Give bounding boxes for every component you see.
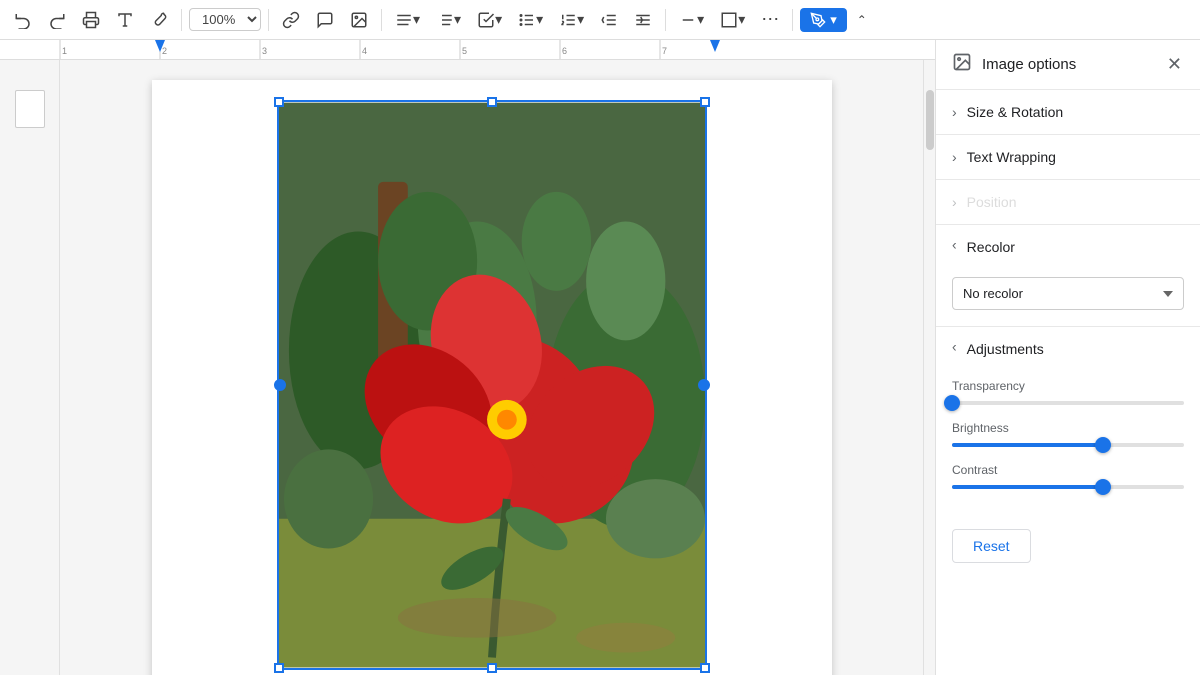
bullet-button[interactable]: ▾ [512, 7, 549, 33]
handle-middle-left[interactable] [274, 379, 286, 391]
recolor-label: Recolor [967, 239, 1015, 255]
contrast-fill [952, 485, 1103, 489]
toolbar: 100% 75% 125% 150% ▾ ▾ ▾ ▾ ▾ ▾ ▾ ⋯ [0, 0, 1200, 40]
svg-text:7: 7 [662, 46, 667, 56]
svg-text:2: 2 [162, 46, 167, 56]
brightness-track [952, 443, 1184, 447]
vertical-scrollbar[interactable] [923, 60, 935, 675]
list-button[interactable]: ▾ [430, 7, 467, 33]
flower-image [279, 102, 705, 668]
handle-middle-right[interactable] [698, 379, 710, 391]
ruler: 1 2 3 4 5 6 7 [0, 40, 935, 60]
divider-4 [665, 9, 666, 31]
svg-text:3: 3 [262, 46, 267, 56]
handle-top-left[interactable] [274, 97, 284, 107]
more-button[interactable]: ⋯ [755, 5, 785, 34]
size-rotation-label: Size & Rotation [967, 104, 1064, 120]
recolor-content: No recolor Automatic Light 1 Light 2 Dar… [936, 269, 1200, 326]
recolor-dropdown-row: No recolor Automatic Light 1 Light 2 Dar… [952, 277, 1184, 310]
collapse-button[interactable]: ⌃ [851, 9, 873, 31]
align-button[interactable]: ▾ [389, 7, 426, 33]
divider-3 [381, 9, 382, 31]
transparency-group: Transparency [952, 379, 1184, 405]
page-thumbnail[interactable] [15, 90, 45, 128]
position-chevron: › [952, 194, 957, 210]
svg-text:6: 6 [562, 46, 567, 56]
handle-bottom-middle[interactable] [487, 663, 497, 673]
contrast-track [952, 485, 1184, 489]
transparency-thumb[interactable] [944, 395, 960, 411]
text-wrapping-section: › Text Wrapping [936, 135, 1200, 180]
main-area: 1 2 3 4 5 6 7 [0, 40, 1200, 675]
side-panel: Image options ✕ › Size & Rotation › Text… [935, 40, 1200, 675]
contrast-thumb[interactable] [1095, 479, 1111, 495]
text-wrapping-chevron: › [952, 149, 957, 165]
adjustments-section: › Adjustments Transparency Brightn [936, 327, 1200, 579]
recolor-toggle[interactable]: › Recolor [936, 225, 1200, 269]
brightness-fill [952, 443, 1103, 447]
adjustments-chevron: › [952, 341, 957, 357]
transparency-track [952, 401, 1184, 405]
redo-button[interactable] [42, 7, 72, 33]
panel-image-icon [952, 52, 972, 77]
comment-button[interactable] [310, 7, 340, 33]
number-list-button[interactable]: ▾ [553, 7, 590, 33]
divider-5 [792, 9, 793, 31]
adjustments-label: Adjustments [967, 341, 1044, 357]
spellcheck-button[interactable] [110, 7, 140, 33]
adjustments-content: Transparency Brightness [936, 371, 1200, 521]
brightness-label: Brightness [952, 421, 1184, 435]
pen-color-button[interactable]: ▾ [800, 8, 847, 32]
svg-text:5: 5 [462, 46, 467, 56]
handle-bottom-left[interactable] [274, 663, 284, 673]
svg-text:1: 1 [62, 46, 67, 56]
document-area: 1 2 3 4 5 6 7 [0, 40, 935, 675]
size-rotation-chevron: › [952, 104, 957, 120]
link-button[interactable] [276, 7, 306, 33]
reset-area: Reset [936, 521, 1200, 579]
border-button[interactable]: ▾ [714, 7, 751, 33]
indent-increase-button[interactable] [628, 7, 658, 33]
selected-image-container[interactable] [277, 100, 707, 670]
image-button[interactable] [344, 7, 374, 33]
text-wrapping-label: Text Wrapping [967, 149, 1056, 165]
undo-button[interactable] [8, 7, 38, 33]
indent-decrease-button[interactable] [594, 7, 624, 33]
handle-top-middle[interactable] [487, 97, 497, 107]
text-wrapping-toggle[interactable]: › Text Wrapping [936, 135, 1200, 179]
svg-text:4: 4 [362, 46, 367, 56]
position-section: › Position [936, 180, 1200, 225]
panel-close-button[interactable]: ✕ [1165, 52, 1184, 77]
position-toggle[interactable]: › Position [936, 180, 1200, 224]
recolor-section: › Recolor No recolor Automatic Light 1 L… [936, 225, 1200, 327]
paint-button[interactable] [144, 7, 174, 33]
recolor-chevron: › [952, 239, 957, 255]
checklist-button[interactable]: ▾ [471, 7, 508, 33]
size-rotation-section: › Size & Rotation [936, 90, 1200, 135]
brightness-thumb[interactable] [1095, 437, 1111, 453]
line-style-button[interactable]: ▾ [673, 7, 710, 33]
brightness-group: Brightness [952, 421, 1184, 447]
size-rotation-toggle[interactable]: › Size & Rotation [936, 90, 1200, 134]
print-button[interactable] [76, 7, 106, 33]
adjustments-toggle[interactable]: › Adjustments [936, 327, 1200, 371]
contrast-group: Contrast [952, 463, 1184, 489]
panel-title: Image options [982, 56, 1165, 73]
document-page [152, 80, 832, 675]
contrast-label: Contrast [952, 463, 1184, 477]
canvas-area [60, 60, 923, 675]
handle-top-right[interactable] [700, 97, 710, 107]
position-label: Position [967, 194, 1017, 210]
divider-2 [268, 9, 269, 31]
reset-button[interactable]: Reset [952, 529, 1031, 563]
handle-bottom-right[interactable] [700, 663, 710, 673]
panel-header: Image options ✕ [936, 40, 1200, 90]
zoom-select[interactable]: 100% 75% 125% 150% [189, 8, 261, 31]
recolor-select[interactable]: No recolor Automatic Light 1 Light 2 Dar… [952, 277, 1184, 310]
transparency-label: Transparency [952, 379, 1184, 393]
divider-1 [181, 9, 182, 31]
